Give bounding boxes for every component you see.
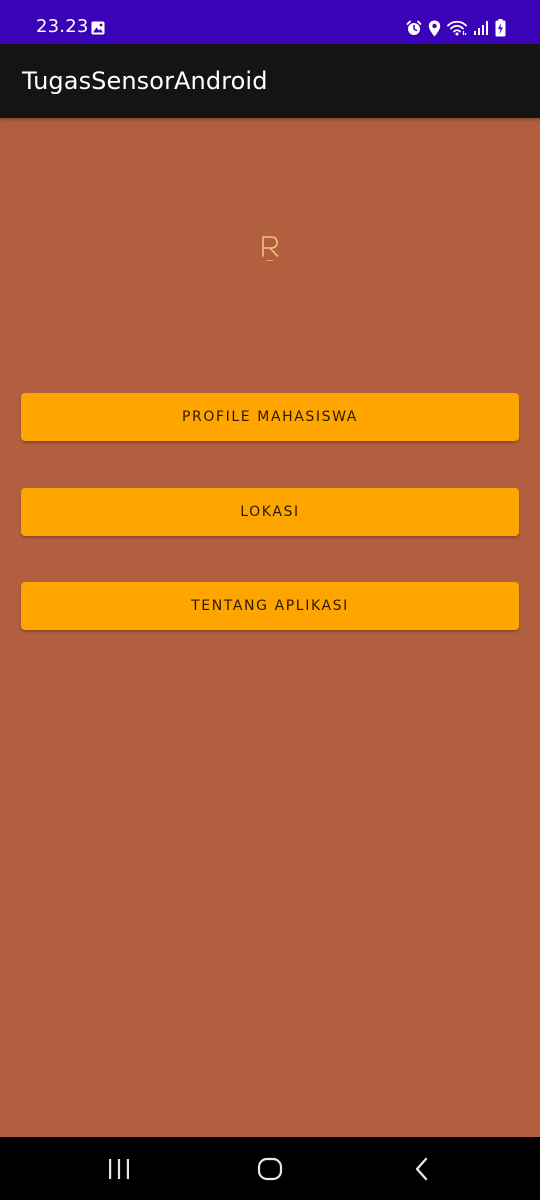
- location-icon: [428, 20, 441, 37]
- status-time: 23.23: [36, 16, 89, 37]
- signal-icon: [473, 20, 489, 36]
- app-logo: [258, 234, 284, 266]
- recents-icon[interactable]: [79, 1137, 159, 1200]
- app-bar: TugasSensorAndroid: [0, 44, 540, 118]
- navigation-bar: [0, 1137, 540, 1200]
- back-icon[interactable]: [382, 1137, 462, 1200]
- home-icon[interactable]: [230, 1137, 310, 1200]
- lokasi-button[interactable]: LOKASI: [21, 488, 519, 536]
- wifi-icon: [447, 20, 467, 36]
- gallery-icon: [91, 20, 105, 35]
- status-bar: 23.23: [0, 0, 540, 44]
- status-icons: [406, 18, 506, 38]
- battery-charging-icon: [495, 19, 506, 37]
- tentang-aplikasi-button[interactable]: TENTANG APLIKASI: [21, 582, 519, 630]
- profile-mahasiswa-button[interactable]: PROFILE MAHASISWA: [21, 393, 519, 441]
- app-title: TugasSensorAndroid: [22, 67, 268, 95]
- alarm-icon: [406, 20, 422, 36]
